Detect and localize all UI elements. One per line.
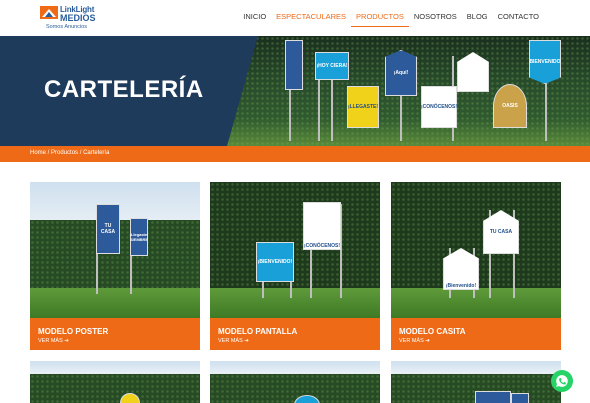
product-image: TU CASA ¡Llegaste! SIEMBRE: [30, 182, 200, 318]
breadcrumb-bar: Home / Productos / Cartelería: [0, 146, 590, 162]
card-title: MODELO PANTALLA: [218, 327, 298, 336]
page-title: CARTELERÍA: [44, 76, 204, 103]
nav-item-productos[interactable]: PRODUCTOS: [351, 12, 409, 27]
card-title: MODELO CASITA: [399, 327, 466, 336]
product-card-partial[interactable]: [391, 361, 561, 403]
whatsapp-icon: [556, 375, 568, 387]
nav-item-inicio[interactable]: INICIO: [238, 12, 271, 27]
product-image: ¡Bienvenido! TU CASA: [391, 182, 561, 318]
pantalla-sign-a: ¡CONÓCENOS!: [303, 202, 341, 250]
partial-sign: [475, 391, 511, 403]
hero-banner: ¡HOY CIERA! ¡LLEGASTE! ¡Aquí! ¡CONÓCENOS…: [0, 36, 590, 146]
logo-line2: MEDIOS: [60, 13, 96, 23]
poster-sign-a: TU CASA: [96, 204, 120, 254]
hero-sign-banner: [285, 40, 303, 90]
product-card-partial[interactable]: [30, 361, 200, 403]
card-footer: MODELO CASITA VER MÁS ➔: [391, 318, 561, 350]
product-card-partial[interactable]: [210, 361, 380, 403]
nav-item-espectaculares[interactable]: ESPECTACULARES: [271, 12, 351, 27]
breadcrumb: Home / Productos / Cartelería: [30, 150, 109, 156]
page: LinkLight MEDIOS Somos Anuncios INICIO E…: [0, 0, 590, 403]
hero-sign-conocenos: ¡CONÓCENOS!: [421, 86, 457, 128]
product-image: ¡CONÓCENOS! ¡BIENVENIDO!: [210, 182, 380, 318]
site-header: LinkLight MEDIOS Somos Anuncios INICIO E…: [0, 0, 590, 36]
hero-sign-hoy-cierra: ¡HOY CIERA!: [315, 52, 349, 80]
nav-item-blog[interactable]: BLOG: [462, 12, 493, 27]
main-nav: INICIO ESPECTACULARES PRODUCTOS NOSOTROS…: [238, 12, 544, 27]
nav-item-contacto[interactable]: CONTACTO: [493, 12, 544, 27]
logo[interactable]: LinkLight MEDIOS Somos Anuncios: [40, 5, 96, 32]
card-footer: MODELO PANTALLA VER MÁS ➔: [210, 318, 380, 350]
logo-tagline: Somos Anuncios: [46, 24, 87, 30]
ver-mas-link[interactable]: VER MÁS ➔: [399, 338, 430, 344]
card-footer: MODELO POSTER VER MÁS ➔: [30, 318, 200, 350]
breadcrumb-current: Cartelería: [83, 150, 110, 156]
hero-sign-bienvenido: ¡BIENVENIDO!: [529, 40, 561, 84]
product-card-poster[interactable]: TU CASA ¡Llegaste! SIEMBRE MODELO POSTER…: [30, 182, 200, 350]
pantalla-sign-b: ¡BIENVENIDO!: [256, 242, 294, 282]
ver-mas-link[interactable]: VER MÁS ➔: [38, 338, 69, 344]
hero-photo: ¡HOY CIERA! ¡LLEGASTE! ¡Aquí! ¡CONÓCENOS…: [225, 36, 590, 146]
breadcrumb-home[interactable]: Home: [30, 150, 46, 156]
ver-mas-link[interactable]: VER MÁS ➔: [218, 338, 249, 344]
hero-sign-llegaste: ¡LLEGASTE!: [347, 86, 379, 128]
card-title: MODELO POSTER: [38, 327, 109, 336]
product-card-pantalla[interactable]: ¡CONÓCENOS! ¡BIENVENIDO! MODELO PANTALLA…: [210, 182, 380, 350]
hero-sign-aqui: ¡Aquí!: [385, 50, 417, 96]
hero-sign-oasis: OASIS: [493, 84, 527, 128]
logo-mark-icon: [40, 6, 58, 19]
nav-item-nosotros[interactable]: NOSOTROS: [409, 12, 462, 27]
whatsapp-button[interactable]: [551, 370, 573, 392]
product-card-casita[interactable]: ¡Bienvenido! TU CASA MODELO CASITA VER M…: [391, 182, 561, 350]
breadcrumb-products[interactable]: Productos: [51, 150, 78, 156]
partial-sign: [511, 393, 529, 403]
poster-sign-b: ¡Llegaste! SIEMBRE: [130, 218, 148, 256]
